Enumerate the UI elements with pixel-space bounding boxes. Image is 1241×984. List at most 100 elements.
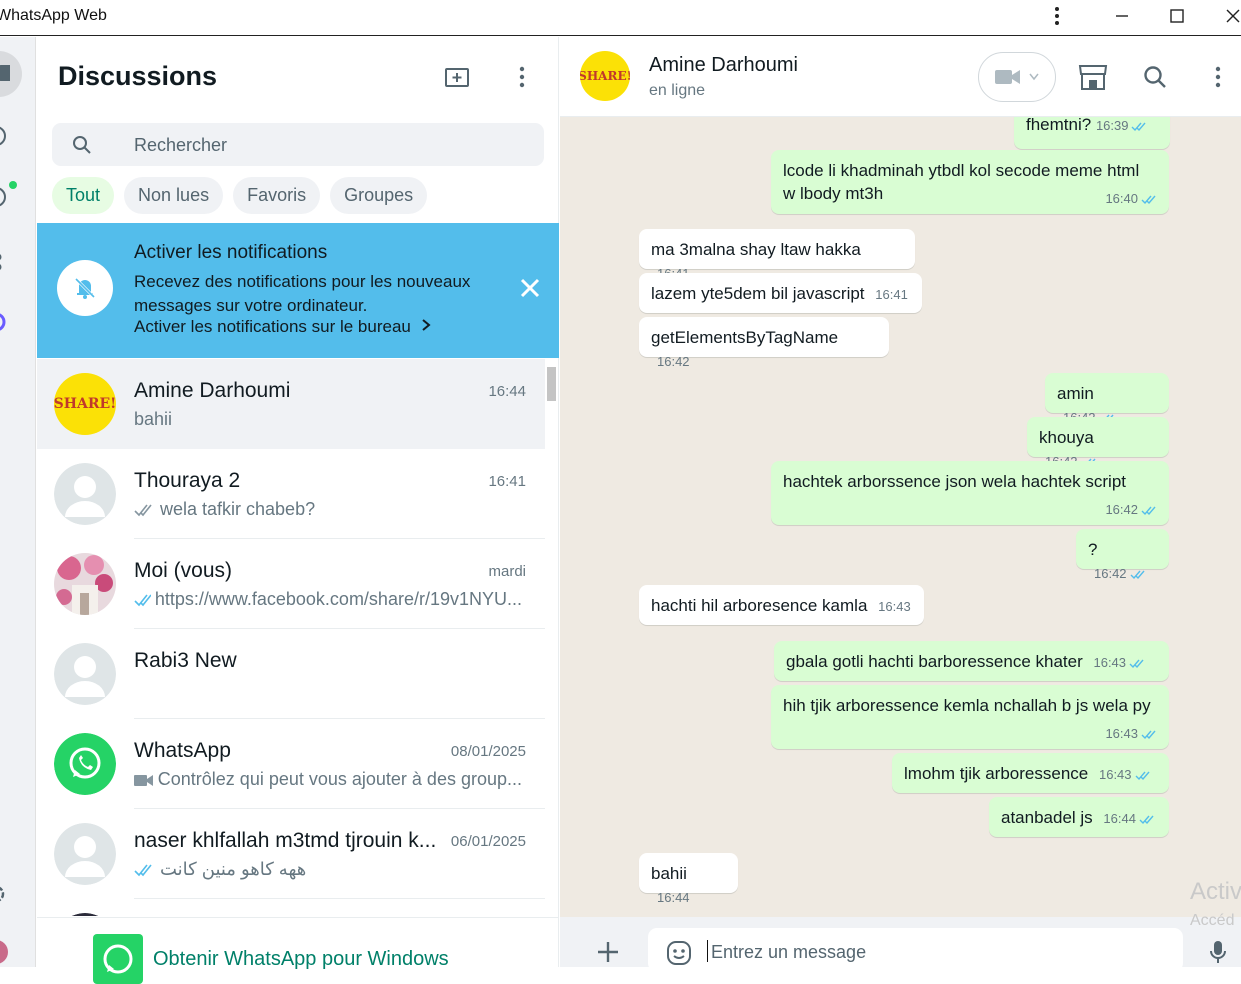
get-windows-app-banner[interactable]: Obtenir WhatsApp pour Windows [37, 917, 559, 984]
chat-row-whatsapp[interactable]: WhatsApp 08/01/2025 Contrôlez qui peut v… [37, 719, 545, 809]
new-chat-icon[interactable] [443, 62, 473, 92]
chat-preview-text: Contrôlez qui peut vous ajouter à des gr… [157, 769, 522, 789]
chat-time: 06/01/2025 [450, 833, 526, 850]
minimize-icon[interactable] [1108, 4, 1136, 28]
contact-avatar[interactable]: SHARE! [580, 51, 630, 101]
chat-name: Rabi3 New [134, 649, 237, 672]
meta-ai-icon[interactable] [0, 305, 20, 339]
close-banner-icon[interactable] [515, 273, 545, 303]
message-bubble[interactable]: hih tjik arboressence kemla nchallah b j… [771, 685, 1169, 749]
message-time: 16:44 [1103, 811, 1157, 826]
message-text: amin [1057, 384, 1094, 403]
filter-groups[interactable]: Groupes [330, 177, 428, 214]
message-bubble[interactable]: hachti hil arboresence kamla 16:43 [639, 585, 924, 625]
chat-preview-text: wela tafkir chabeb? [160, 499, 316, 519]
microphone-icon[interactable] [1203, 937, 1233, 967]
search-placeholder: Rechercher [134, 135, 228, 155]
message-placeholder: Entrez un message [711, 942, 867, 962]
sidebar-menu-icon[interactable] [507, 62, 537, 92]
chat-preview-text: bahii [134, 409, 173, 429]
message-bubble[interactable]: gbala gotli hachti barboressence khater … [774, 641, 1169, 681]
chat-preview: Contrôlez qui peut vous ajouter à des gr… [134, 769, 522, 790]
message-bubble[interactable]: lcode li khadminah ytbdl kol secode meme… [771, 150, 1169, 214]
maximize-icon[interactable] [1163, 4, 1191, 28]
chat-name: Thouraya 2 [134, 469, 241, 492]
channels-nav-icon[interactable] [0, 180, 20, 214]
contact-avatar-text: SHARE! [580, 69, 630, 83]
avatar: SHARE! [54, 373, 116, 435]
get-windows-label: Obtenir WhatsApp pour Windows [153, 948, 449, 970]
read-tick-icon [1130, 570, 1145, 580]
message-time: 16:40 [1105, 187, 1159, 210]
page-title: Discussions [58, 61, 218, 91]
chat-preview: ههه كاهو منين كانت [134, 859, 306, 880]
message-time: 16:43 [1105, 722, 1159, 745]
chat-preview-text: https://www.facebook.com/share/r/19v1NYU… [154, 589, 522, 609]
message-bubble[interactable]: khouya 16:42 [1027, 417, 1169, 469]
message-time-text: 16:43 [1098, 767, 1132, 782]
chat-list-scrollbar[interactable] [547, 367, 556, 401]
chat-row-moi-vous[interactable]: Moi (vous) mardi https://www.facebook.co… [37, 539, 545, 629]
message-time: 16:43 [1093, 655, 1147, 670]
chat-time: 16:44 [488, 383, 526, 400]
search-messages-icon[interactable] [1140, 62, 1170, 92]
chat-name: Moi (vous) [134, 559, 233, 582]
message-input[interactable]: Entrez un message [648, 928, 1183, 972]
chat-time: 16:41 [488, 473, 526, 490]
chat-name: Amine Darhoumi [134, 379, 291, 402]
whatsapp-logo-icon [93, 934, 143, 984]
window-menu-icon[interactable] [1043, 4, 1071, 28]
chat-row-rabi3-new[interactable]: Rabi3 New [37, 629, 545, 719]
search-input[interactable]: Rechercher [52, 123, 544, 166]
message-text: lazem yte5dem bil javascript [651, 284, 865, 303]
sticker-icon[interactable] [664, 938, 694, 968]
chat-row-thouraya-2[interactable]: Thouraya 2 16:41 wela tafkir chabeb? [37, 449, 545, 539]
status-nav-icon[interactable] [0, 119, 20, 153]
message-bubble[interactable]: bahii 16:44 [639, 853, 738, 905]
chat-time: mardi [488, 563, 526, 580]
message-bubble[interactable]: atanbadel js 16:44 [989, 797, 1169, 837]
settings-nav-icon[interactable] [0, 877, 20, 911]
message-bubble[interactable]: lmohm tjik arboressence 16:43 [892, 753, 1169, 793]
chat-sidebar: Discussions Rechercher Tout Non lues Fav… [37, 37, 559, 984]
text-caret [707, 940, 708, 962]
shop-icon[interactable] [1078, 62, 1108, 92]
close-window-icon[interactable] [1219, 4, 1241, 28]
chat-row-amine-darhoumi[interactable]: SHARE! Amine Darhoumi 16:44 bahii [37, 359, 545, 449]
message-bubble[interactable]: amin 16:42 [1045, 373, 1169, 425]
search-icon [73, 136, 91, 154]
default-avatar-icon [54, 643, 116, 705]
chat-row-naser-khlfallah[interactable]: naser khlfallah m3tmd tjrouin k... 06/01… [37, 809, 545, 899]
chat-list: SHARE! Amine Darhoumi 16:44 bahii Thoura… [37, 359, 545, 916]
filter-unread[interactable]: Non lues [124, 177, 224, 214]
notification-banner: Activer les notifications Recevez des no… [37, 223, 559, 358]
double-check-icon [134, 864, 152, 876]
chats-nav-icon[interactable] [0, 51, 22, 97]
read-tick-icon [1141, 730, 1156, 740]
conversation-header[interactable]: SHARE! Amine Darhoumi en ligne [560, 37, 1241, 117]
enable-notifications-label: Activer les notifications sur le bureau [134, 317, 411, 336]
navigation-rail [0, 37, 36, 967]
message-bubble[interactable]: fhemtni? 16:39 [1014, 117, 1170, 149]
contact-name: Amine Darhoumi [649, 54, 798, 76]
message-list: fhemtni? 16:39 lcode li khadminah ytbdl … [560, 117, 1241, 917]
video-call-button[interactable] [978, 52, 1056, 102]
communities-nav-icon[interactable] [0, 245, 20, 279]
chat-time: 08/01/2025 [450, 743, 526, 760]
filter-all[interactable]: Tout [52, 177, 115, 214]
message-bubble[interactable]: ? 16:42 [1076, 529, 1169, 581]
filter-favorites[interactable]: Favoris [233, 177, 321, 214]
read-tick-icon [1141, 195, 1156, 205]
chat-row-partial[interactable] [37, 899, 545, 916]
notification-body: Recevez des notifications pour les nouve… [134, 272, 471, 315]
message-bubble[interactable]: hachtek arborssence json wela hachtek sc… [771, 461, 1169, 525]
message-bubble[interactable]: getElementsByTagName 16:42 [639, 317, 889, 369]
enable-notifications-link[interactable]: Activer les notifications sur le bureau [134, 317, 432, 337]
message-time-text: 16:39 [1095, 118, 1129, 133]
attach-plus-icon[interactable] [593, 937, 623, 967]
read-tick-icon [1129, 659, 1144, 669]
message-bubble[interactable]: lazem yte5dem bil javascript 16:41 [639, 273, 922, 313]
conversation-menu-icon[interactable] [1203, 62, 1233, 92]
profile-avatar[interactable] [0, 935, 20, 969]
message-bubble[interactable]: ma 3malna shay ltaw hakka 16:41 [639, 229, 915, 281]
